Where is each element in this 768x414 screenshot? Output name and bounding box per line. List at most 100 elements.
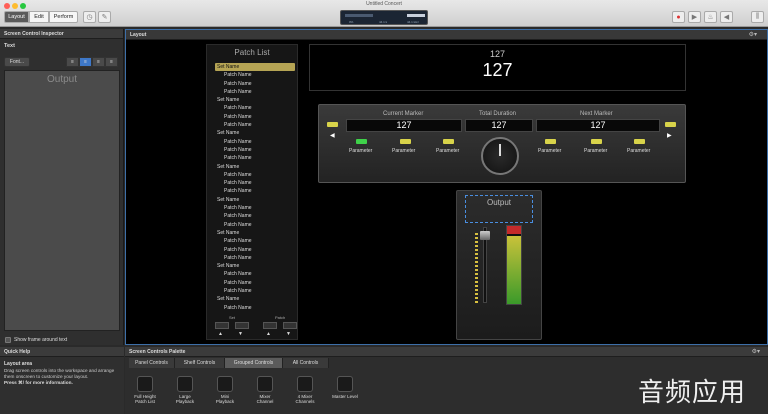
set-nav-label: Set (229, 315, 236, 320)
lcd-meter-right (407, 14, 425, 17)
font-button[interactable]: Font... (4, 57, 30, 67)
total-duration-value: 127 (465, 119, 533, 132)
output-channel-strip[interactable]: Output (456, 190, 542, 340)
mixer-icon[interactable]: ⫼ (751, 11, 764, 23)
patch-list-item[interactable]: Patch Name (207, 279, 299, 287)
patch-list-item[interactable]: Patch Name (207, 104, 299, 112)
mode-layout-button[interactable]: Layout (4, 11, 29, 23)
set-list-item[interactable]: Set Name (207, 262, 299, 270)
param-led-4[interactable] (545, 139, 556, 144)
lcd-display[interactable]: 0% 44.1 k 44.1 kHz (340, 10, 428, 25)
text-align-group: ≡ ≡ ≡ ≡ (66, 57, 118, 67)
mode-perform-button[interactable]: Perform (49, 11, 78, 23)
patch-list-item[interactable]: Patch Name (207, 187, 299, 195)
set-list-item[interactable]: Set Name (207, 129, 299, 137)
tuner-icon[interactable]: ♨ (704, 11, 717, 23)
set-list-item[interactable]: Set Name (207, 295, 299, 303)
jog-knob[interactable] (481, 137, 519, 175)
gear-icon[interactable]: ⚙▾ (749, 31, 757, 38)
tab-grouped-controls[interactable]: Grouped Controls (225, 358, 283, 368)
patch-list[interactable]: Patch List Set Name Patch Name Patch Name P… (206, 44, 298, 340)
patch-list-item[interactable]: Patch Name (207, 254, 299, 262)
patch-list-item[interactable]: Patch Name (207, 171, 299, 179)
next-marker-arrow-icon[interactable]: ▶ (667, 132, 672, 139)
param-led-3[interactable] (443, 139, 454, 144)
set-list-item[interactable]: Set Name (215, 63, 295, 72)
patch-list-item[interactable]: Patch Name (207, 71, 299, 79)
next-marker-label: Next Marker (580, 111, 613, 117)
palette-item[interactable]: Large Playback (165, 376, 205, 404)
tab-shelf-controls[interactable]: Shelf Controls (175, 358, 225, 368)
patch-up-button[interactable] (263, 322, 277, 329)
value-display-large: 127 (482, 60, 513, 80)
tab-panel-controls[interactable]: Panel Controls (129, 358, 175, 368)
palette-gear-icon[interactable]: ⚙▾ (752, 348, 760, 355)
patch-list-item[interactable]: Patch Name (207, 146, 299, 154)
set-down-button[interactable] (235, 322, 249, 329)
param-led-6[interactable] (634, 139, 645, 144)
prev-marker-arrow-icon[interactable]: ◀ (330, 132, 335, 139)
param-led-1[interactable] (356, 139, 367, 144)
align-left-icon[interactable]: ≡ (66, 57, 79, 67)
set-up-button[interactable] (215, 322, 229, 329)
speaker-icon[interactable]: ◀ (720, 11, 733, 23)
frame-checkbox[interactable] (5, 337, 11, 343)
set-list-item[interactable]: Set Name (207, 163, 299, 171)
patch-list-item[interactable]: Patch Name (207, 221, 299, 229)
palette-item[interactable]: 4 Mixer Channels (285, 376, 325, 404)
patch-list-item[interactable]: Patch Name (207, 113, 299, 121)
patch-list-item[interactable]: Patch Name (207, 80, 299, 88)
meter-level (507, 236, 521, 304)
output-label-box[interactable]: Output (465, 195, 533, 223)
set-list-item[interactable]: Set Name (207, 96, 299, 104)
volume-fader[interactable] (480, 231, 490, 240)
param-led-5[interactable] (591, 139, 602, 144)
master-level-icon (337, 376, 353, 392)
patch-list-item[interactable]: Patch Name (207, 138, 299, 146)
inspector-title: Screen Control Inspector (0, 29, 123, 39)
lcd-meter (345, 14, 373, 17)
patch-list-item[interactable]: Patch Name (207, 246, 299, 254)
patch-list-item[interactable]: Patch Name (207, 212, 299, 220)
lcd-left-text: 0% (349, 20, 354, 24)
palette-item[interactable]: Mixer Channel (245, 376, 285, 404)
param-led-2[interactable] (400, 139, 411, 144)
total-duration-label: Total Duration (479, 111, 517, 117)
patch-list-item[interactable]: Patch Name (207, 270, 299, 278)
watermark-text: 音频应用 (638, 378, 747, 408)
value-display[interactable]: 127 127 (309, 44, 686, 91)
param-label-3: Parameter (436, 148, 460, 154)
tab-all-controls[interactable]: All Controls (283, 358, 329, 368)
patch-list-item[interactable]: Patch Name (207, 154, 299, 162)
knob-indicator (499, 144, 501, 156)
meter-clip-indicator (507, 226, 521, 234)
patch-list-item[interactable]: Patch Name (207, 179, 299, 187)
patch-list-item[interactable]: Patch Name (207, 88, 299, 96)
patch-list-item[interactable]: Patch Name (207, 287, 299, 295)
palette-item[interactable]: Full Height Patch List (125, 376, 165, 404)
play-icon[interactable]: ▶ (688, 11, 701, 23)
set-list-item[interactable]: Set Name (207, 229, 299, 237)
marker-control-unit[interactable]: Current Marker Total Duration Next Marke… (318, 104, 686, 183)
palette-item-label: Large Playback (175, 394, 195, 404)
set-list-item[interactable]: Set Name (207, 196, 299, 204)
patch-list-item[interactable]: Patch Name (207, 304, 299, 312)
quick-help-title: Quick Help (0, 347, 124, 357)
record-icon[interactable]: ● (672, 11, 685, 23)
pencil-icon[interactable]: ✎ (98, 11, 111, 23)
palette-item[interactable]: Mini Playback (205, 376, 245, 404)
align-center-icon[interactable]: ≡ (79, 57, 92, 67)
clock-icon[interactable]: ◷ (83, 11, 96, 23)
patch-list-item[interactable]: Patch Name (207, 204, 299, 212)
patch-list-item[interactable]: Patch Name (207, 237, 299, 245)
palette-item[interactable]: Master Level (325, 376, 365, 399)
patch-down-button[interactable] (283, 322, 297, 329)
align-justify-icon[interactable]: ≡ (105, 57, 118, 67)
set-up-arrow-icon: ▲ (218, 331, 223, 337)
playback-mini-icon (217, 376, 233, 392)
mixer-channel-icon (257, 376, 273, 392)
align-right-icon[interactable]: ≡ (92, 57, 105, 67)
patch-list-item[interactable]: Patch Name (207, 121, 299, 129)
mixer-4channels-icon (297, 376, 313, 392)
mode-edit-button[interactable]: Edit (29, 11, 49, 23)
